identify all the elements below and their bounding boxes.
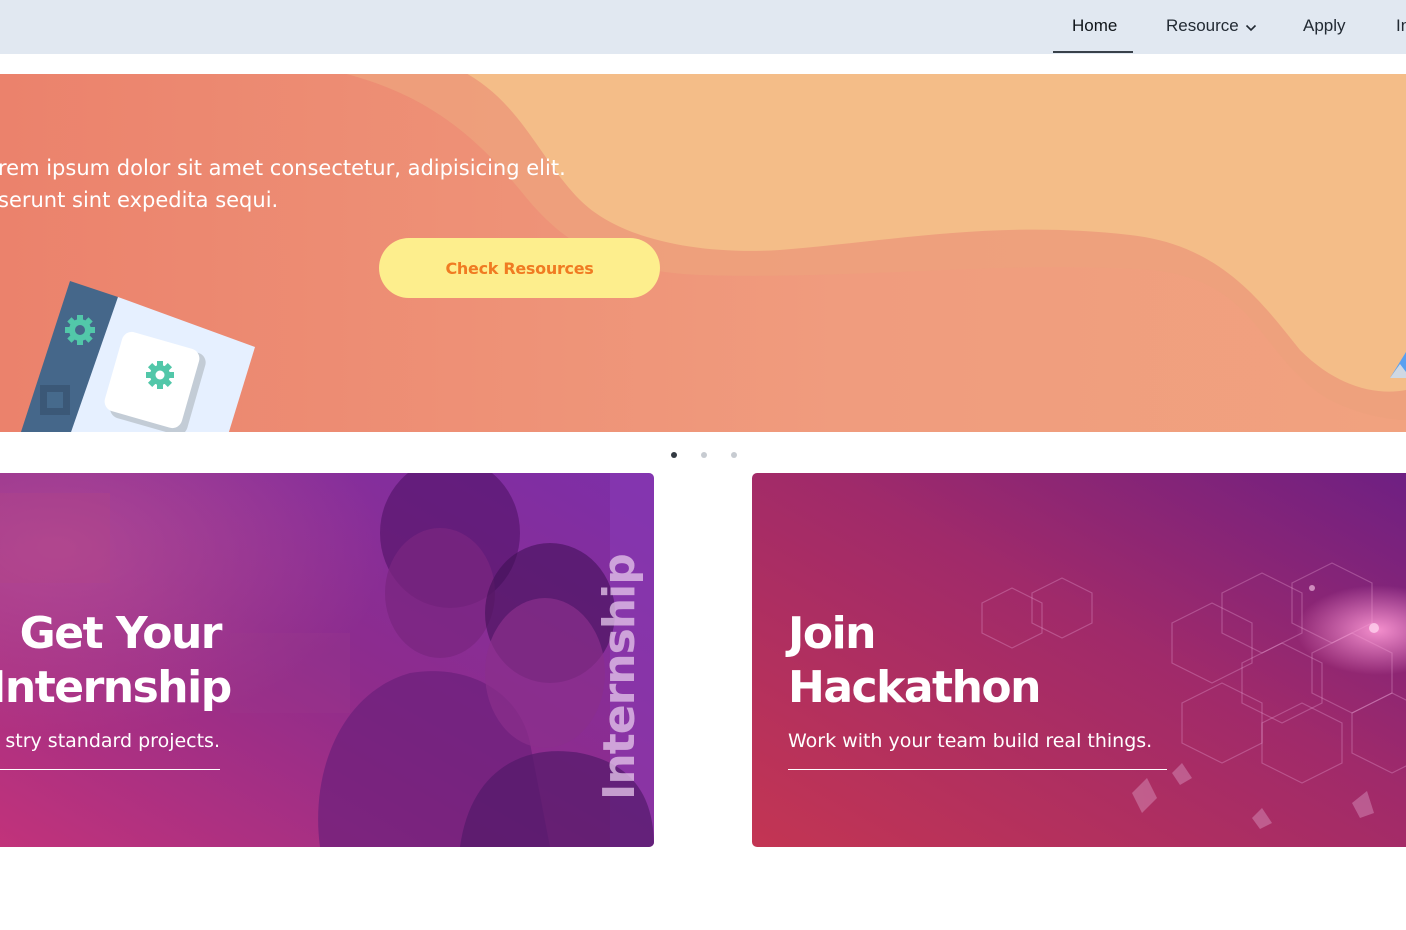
check-resources-button[interactable]: Check Resources	[379, 238, 660, 298]
nav-resource-dropdown[interactable]: Resource	[1166, 0, 1257, 54]
nav-active-indicator	[1053, 51, 1133, 53]
hackathon-title-line-1: Join	[788, 608, 877, 659]
hero-devices-illustration	[20, 281, 255, 432]
hero-description: rem ipsum dolor sit amet consectetur, ad…	[0, 152, 618, 216]
top-navbar: Home Resource Apply In	[0, 0, 1406, 54]
internship-title-line-1: Get Your	[19, 608, 223, 659]
hero-text-line-1: rem ipsum dolor sit amet consectetur, ad…	[0, 156, 566, 180]
hero-slide: rem ipsum dolor sit amet consectetur, ad…	[0, 70, 1406, 432]
internship-title: Get Your Internship	[0, 607, 232, 715]
nav-home-link[interactable]: Home	[1072, 0, 1117, 54]
nav-resource-label: Resource	[1166, 16, 1239, 35]
carousel-dot-3[interactable]	[731, 452, 737, 458]
internship-subtitle: stry standard projects.	[5, 730, 220, 752]
carousel-dot-2[interactable]	[701, 452, 707, 458]
pencil-icon	[1390, 352, 1406, 378]
internship-divider	[0, 769, 220, 770]
hackathon-title-line-2: Hackathon	[788, 662, 1041, 713]
internship-card[interactable]: Get Your Internship stry standard projec…	[0, 473, 654, 847]
chevron-down-icon	[1245, 1, 1257, 53]
internship-vertical-label: Internship	[594, 554, 645, 800]
carousel-dot-1[interactable]	[671, 452, 677, 458]
hackathon-title: Join Hackathon	[788, 607, 1041, 715]
internship-title-line-2: Internship	[0, 662, 232, 713]
hackathon-divider	[788, 769, 1167, 770]
nav-truncated-link[interactable]: In	[1396, 0, 1406, 54]
nav-apply-link[interactable]: Apply	[1303, 0, 1346, 54]
hackathon-card[interactable]: Join Hackathon Work with your team build…	[752, 473, 1406, 847]
gear-icon	[146, 361, 174, 389]
gear-icon	[65, 315, 95, 345]
hero-text-line-2: serunt sint expedita sequi.	[0, 188, 279, 212]
hackathon-subtitle: Work with your team build real things.	[788, 730, 1153, 752]
